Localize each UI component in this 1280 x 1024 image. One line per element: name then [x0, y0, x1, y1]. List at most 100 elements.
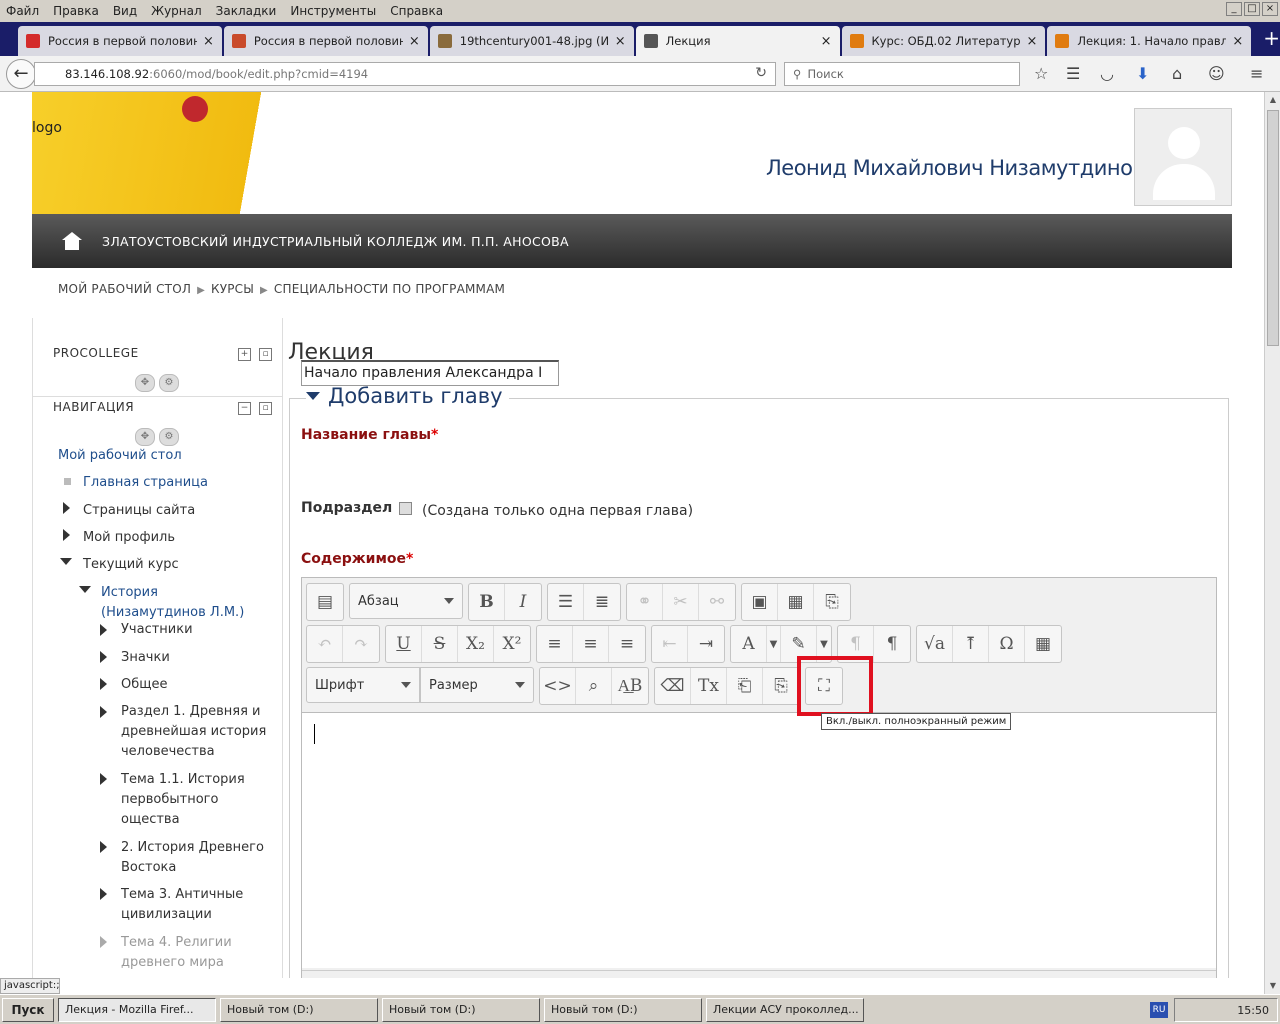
nav-topic-3[interactable]: Тема 3. Античные цивилизации [121, 885, 271, 925]
link-icon[interactable]: ⚭ [627, 584, 663, 620]
nav-topic-4[interactable]: Тема 4. Религии древнего мира [121, 933, 271, 973]
media-icon[interactable]: ▦ [778, 584, 814, 620]
html-source-icon[interactable]: <> [540, 668, 576, 704]
font-select[interactable]: Шрифт [306, 667, 420, 703]
expand-icon[interactable] [100, 888, 107, 900]
move-icon[interactable]: ✥ [135, 374, 155, 392]
expand-block-icon[interactable]: + [238, 348, 251, 361]
page-scrollbar[interactable]: ▲ ▼ [1264, 92, 1280, 994]
menu-help[interactable]: Справка [390, 4, 443, 18]
nav-dashboard[interactable]: Мой рабочий стол [58, 446, 182, 466]
text-color-dropdown-icon[interactable]: ▼ [767, 626, 781, 662]
expand-icon[interactable] [63, 529, 70, 541]
tab-0[interactable]: Россия в первой половине... × [18, 26, 222, 56]
remove-format-icon[interactable]: Tx [691, 668, 727, 704]
tab-5[interactable]: Лекция: 1. Начало правле... × [1047, 26, 1252, 56]
close-tab-icon[interactable]: × [1026, 34, 1037, 49]
paste-text-icon[interactable]: ⎗ [727, 668, 763, 704]
maximize-button[interactable]: □ [1244, 2, 1260, 16]
new-tab-icon[interactable]: + [1263, 26, 1280, 50]
nav-home[interactable]: Главная страница [83, 473, 208, 493]
nav-general[interactable]: Общее [121, 675, 168, 695]
redo-icon[interactable]: ↷ [343, 626, 379, 662]
reading-list-icon[interactable]: ☰ [1066, 64, 1080, 83]
expand-icon[interactable] [100, 678, 107, 690]
back-button[interactable]: ← [6, 59, 36, 89]
nav-section-1[interactable]: Раздел 1. Древняя и древнейшая история ч… [121, 702, 271, 762]
close-tab-icon[interactable]: × [821, 34, 832, 49]
avatar[interactable] [1134, 108, 1232, 206]
task-firefox[interactable]: Лекция - Mozilla Firef... [58, 997, 216, 1022]
breadcrumb-courses[interactable]: КУРСЫ [211, 282, 254, 296]
dock-block-icon[interactable]: ▫ [259, 402, 272, 415]
align-center-icon[interactable]: ≡ [573, 626, 609, 662]
start-button[interactable]: Пуск [2, 997, 54, 1022]
chapter-name-input[interactable]: Начало правления Александра I [301, 360, 559, 386]
bullet-list-icon[interactable]: ☰ [548, 584, 584, 620]
toolbar-toggle-icon[interactable]: ▤ [307, 584, 343, 620]
pocket-icon[interactable]: ◡ [1100, 64, 1114, 83]
task-folder-1[interactable]: Новый том (D:) [220, 997, 378, 1022]
underline-icon[interactable]: U [386, 626, 422, 662]
subscript-icon[interactable]: X₂ [458, 626, 494, 662]
site-logo[interactable]: logo [32, 92, 338, 214]
anchor-icon[interactable]: ⚯ [699, 584, 735, 620]
language-indicator[interactable]: RU [1150, 1002, 1168, 1018]
hamburger-menu-icon[interactable]: ≡ [1250, 64, 1263, 83]
bold-icon[interactable]: B [469, 584, 505, 620]
undo-icon[interactable]: ↶ [307, 626, 343, 662]
cog-icon[interactable]: ⚙ [159, 374, 179, 392]
download-icon[interactable]: ⬇ [1136, 64, 1149, 83]
expand-icon[interactable] [100, 936, 107, 948]
numbered-list-icon[interactable]: ≣ [584, 584, 620, 620]
menu-edit[interactable]: Правка [53, 4, 99, 18]
expand-icon[interactable] [100, 841, 107, 853]
file-manager-icon[interactable]: ⎘ [814, 584, 850, 620]
align-right-icon[interactable]: ≡ [609, 626, 645, 662]
dock-block-icon[interactable]: ▫ [259, 348, 272, 361]
nav-current-course[interactable]: Текущий курс [83, 555, 179, 575]
spellcheck-icon[interactable]: A͟B [612, 668, 648, 704]
scroll-thumb[interactable] [1267, 110, 1279, 346]
close-tab-icon[interactable]: × [1232, 34, 1243, 49]
menu-view[interactable]: Вид [113, 4, 137, 18]
format-select[interactable]: Абзац [349, 583, 463, 619]
expand-icon[interactable] [100, 651, 107, 663]
menu-file[interactable]: Файл [6, 4, 39, 18]
table-icon[interactable]: ▦ [1025, 626, 1061, 662]
section-legend[interactable]: Добавить главу [306, 384, 509, 408]
align-left-icon[interactable]: ≡ [537, 626, 573, 662]
chat-icon[interactable]: ☺ [1208, 64, 1225, 83]
menu-tools[interactable]: Инструменты [290, 4, 376, 18]
task-folder-2[interactable]: Новый том (D:) [382, 997, 540, 1022]
close-tab-icon[interactable]: × [615, 34, 626, 49]
menu-history[interactable]: Журнал [151, 4, 202, 18]
bookmark-star-icon[interactable]: ☆ [1034, 64, 1048, 83]
move-icon[interactable]: ✥ [135, 428, 155, 446]
upload-icon[interactable]: ⤒ [953, 626, 989, 662]
nav-participants[interactable]: Участники [121, 620, 193, 640]
nav-badges[interactable]: Значки [121, 648, 170, 668]
unlink-icon[interactable]: ✂ [663, 584, 699, 620]
menu-bookmarks[interactable]: Закладки [216, 4, 277, 18]
tab-3[interactable]: Лекция × [635, 26, 840, 56]
clean-format-icon[interactable]: ⌫ [655, 668, 691, 704]
nav-topic-2[interactable]: 2. История Древнего Востока [121, 838, 271, 878]
user-menu[interactable]: Леонид Михайлович Низамутдинов ▼ [766, 156, 1167, 180]
italic-icon[interactable]: I [505, 584, 541, 620]
search-replace-icon[interactable]: ⌕ [576, 668, 612, 704]
expand-icon[interactable] [100, 706, 107, 718]
college-name[interactable]: ЗЛАТОУСТОВСКИЙ ИНДУСТРИАЛЬНЫЙ КОЛЛЕДЖ ИМ… [102, 234, 569, 249]
special-char-icon[interactable]: Ω [989, 626, 1025, 662]
tab-4[interactable]: Курс: ОБД.02 Литература × [841, 26, 1046, 56]
collapse-icon[interactable] [79, 586, 91, 593]
tab-2[interactable]: 19thcentury001-48.jpg (Из... × [429, 26, 634, 56]
expand-icon[interactable] [100, 624, 107, 636]
reload-icon[interactable]: ↻ [755, 65, 767, 81]
close-tab-icon[interactable]: × [409, 34, 420, 49]
collapse-block-icon[interactable]: − [238, 402, 251, 415]
text-color-icon[interactable]: A [731, 626, 767, 662]
tab-1[interactable]: Россия в первой половине... × [223, 26, 428, 56]
expand-icon[interactable] [100, 773, 107, 785]
indent-icon[interactable]: ⇥ [688, 626, 724, 662]
